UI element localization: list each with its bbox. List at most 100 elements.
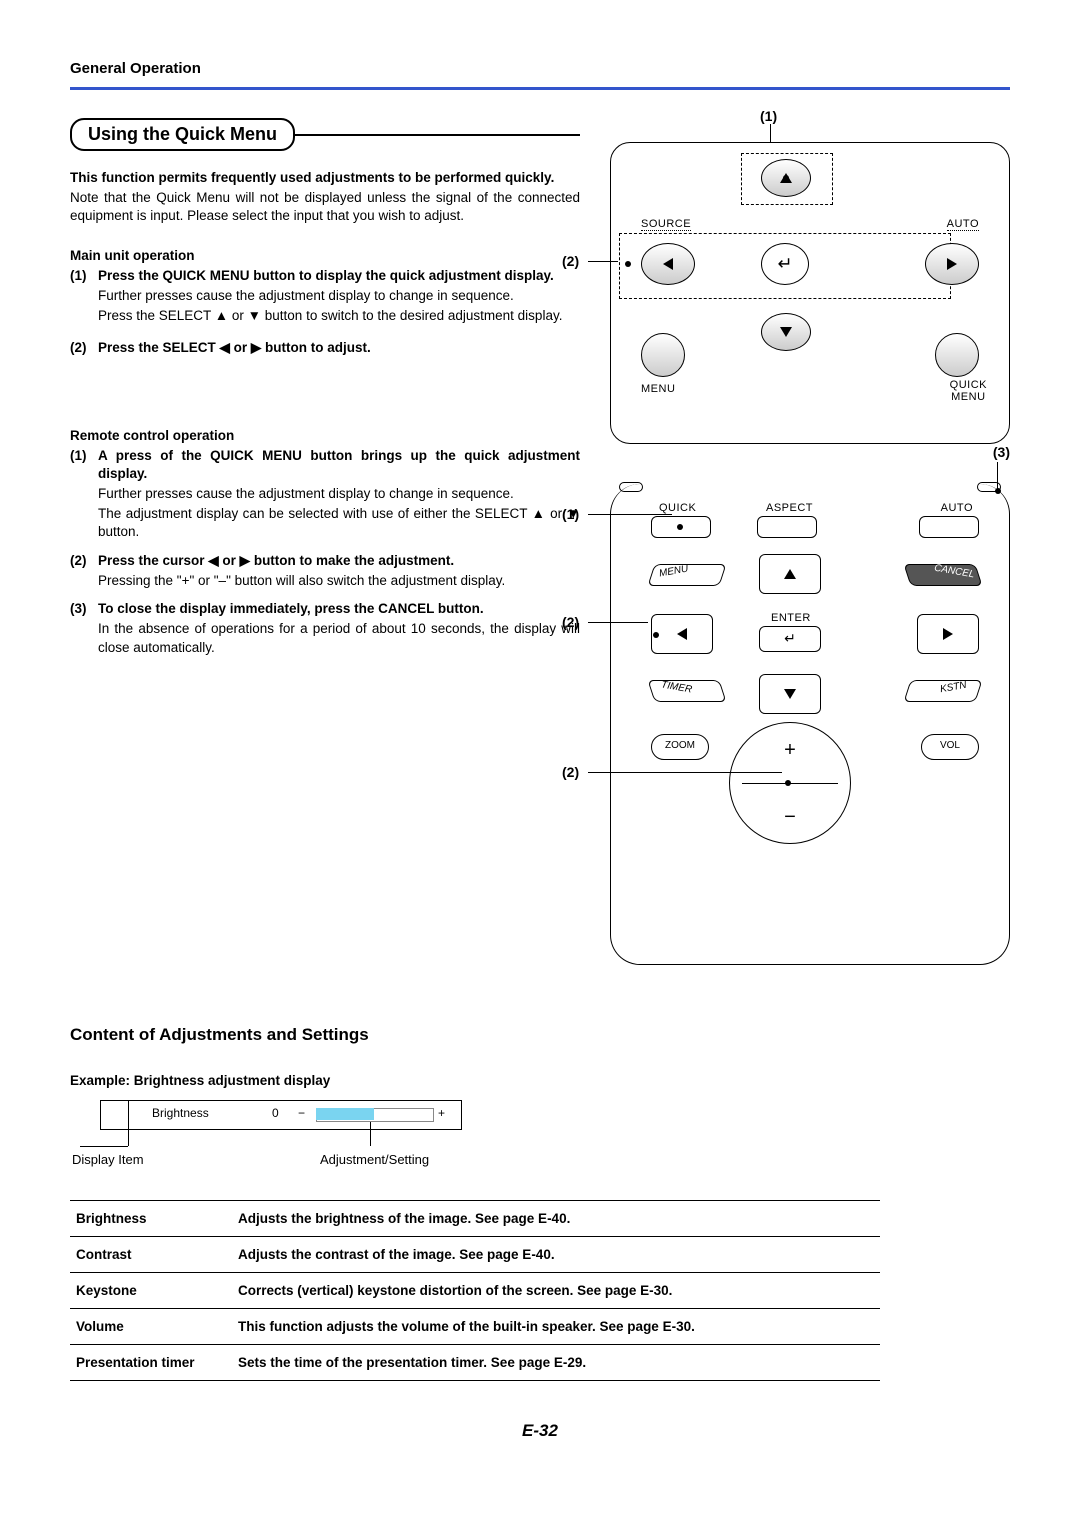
auto-button <box>919 516 979 538</box>
table-row: VolumeThis function adjusts the volume o… <box>70 1309 880 1345</box>
callout-2a-remote: (2) <box>562 614 579 630</box>
plus-label: + <box>438 1106 445 1120</box>
item-text: The adjustment display can be selected w… <box>98 505 580 541</box>
content-title: Content of Adjustments and Settings <box>70 1025 1010 1045</box>
minus-icon: − <box>784 806 796 829</box>
zoom-button: ZOOM <box>651 734 709 760</box>
quick-menu-button <box>935 333 979 377</box>
item-bold: A press of the QUICK MENU button brings … <box>98 447 580 483</box>
leader-line <box>80 1146 128 1147</box>
adj-name: Presentation timer <box>70 1345 232 1381</box>
enter-button: ↵ <box>761 243 809 285</box>
adj-desc: Adjusts the brightness of the image. See… <box>232 1201 880 1237</box>
adj-name: Brightness <box>70 1201 232 1237</box>
adj-desc: Adjusts the contrast of the image. See p… <box>232 1237 880 1273</box>
aspect-button <box>757 516 817 538</box>
adj-desc: This function adjusts the volume of the … <box>232 1309 880 1345</box>
title-rule <box>293 134 580 136</box>
leader-line <box>370 1122 371 1146</box>
item-bold: Press the QUICK MENU button to display t… <box>98 267 580 285</box>
example-head: Example: Brightness adjustment display <box>70 1073 1010 1088</box>
callout-2b-remote: (2) <box>562 764 579 780</box>
auto-label: AUTO <box>947 218 979 231</box>
leader-line <box>588 622 648 623</box>
bar-fill <box>316 1108 374 1120</box>
leader-dot <box>783 175 789 181</box>
adj-name: Contrast <box>70 1237 232 1273</box>
table-row: KeystoneCorrects (vertical) keystone dis… <box>70 1273 880 1309</box>
adj-name: Volume <box>70 1309 232 1345</box>
cursor-left-icon <box>651 614 713 654</box>
leader-line <box>588 514 672 515</box>
main-unit-diagram: SOURCE AUTO ↵ MENU QUICKMENU <box>610 142 1010 444</box>
header-rule <box>70 87 1010 90</box>
vol-button: VOL <box>921 734 979 760</box>
callout-2-main: (2) <box>562 253 579 269</box>
item-bold: Press the cursor ◀ or ▶ button to make t… <box>98 552 580 570</box>
item-text: Pressing the "+" or "–" button will also… <box>98 572 580 590</box>
adj-name: Keystone <box>70 1273 232 1309</box>
minus-label: − <box>298 1106 305 1120</box>
remote-diagram: QUICK ASPECT AUTO MENU CANCEL ENTER ↵ TI… <box>610 484 1010 965</box>
callout-1-remote: (1) <box>562 506 579 522</box>
enter-button: ↵ <box>759 626 821 652</box>
cursor-up-icon <box>759 554 821 594</box>
quick-label: QUICK <box>659 502 696 514</box>
cursor-right-icon <box>917 614 979 654</box>
table-row: Presentation timerSets the time of the p… <box>70 1345 880 1381</box>
zero-label: 0 <box>272 1106 279 1120</box>
callout-3-remote: (3) <box>993 444 1010 460</box>
section-header: General Operation <box>70 60 1010 77</box>
note-text: Note that the Quick Menu will not be dis… <box>70 189 580 225</box>
item-number: (2) <box>70 339 98 357</box>
enter-label: ENTER <box>771 612 811 624</box>
adj-desc: Corrects (vertical) keystone distortion … <box>232 1273 880 1309</box>
item-number: (1) <box>70 267 98 326</box>
select-left-icon <box>641 243 695 285</box>
main-item-2: (2) Press the SELECT ◀ or ▶ button to ad… <box>70 339 580 357</box>
main-item-1: (1) Press the QUICK MENU button to displ… <box>70 267 580 326</box>
item-text: In the absence of operations for a perio… <box>98 620 580 656</box>
page-number: E-32 <box>70 1421 1010 1441</box>
source-label: SOURCE <box>641 218 691 231</box>
item-number: (1) <box>70 447 98 542</box>
menu-button <box>641 333 685 377</box>
quick-menu-label: QUICKMENU <box>950 379 987 403</box>
table-row: BrightnessAdjusts the brightness of the … <box>70 1201 880 1237</box>
section-title: Using the Quick Menu <box>70 118 295 151</box>
leader-dot <box>625 261 631 267</box>
leader-dot <box>653 632 659 638</box>
remote-item-3: (3) To close the display immediately, pr… <box>70 600 580 657</box>
item-text: Further presses cause the adjustment dis… <box>98 287 580 305</box>
callout-1-main: (1) <box>760 108 777 124</box>
plus-icon: + <box>784 739 796 762</box>
display-item-label: Display Item <box>72 1152 144 1167</box>
leader-line <box>588 772 782 773</box>
remote-head: Remote control operation <box>70 428 580 443</box>
remote-slot <box>977 482 1001 492</box>
table-row: ContrastAdjusts the contrast of the imag… <box>70 1237 880 1273</box>
select-right-icon <box>925 243 979 285</box>
item-bold: To close the display immediately, press … <box>98 600 580 618</box>
item-number: (3) <box>70 600 98 657</box>
brightness-display: Brightness 0 − + Display Item Adjustment… <box>100 1100 1010 1170</box>
brightness-label: Brightness <box>152 1106 209 1120</box>
leader-dot <box>785 780 791 786</box>
lead-text: This function permits frequently used ad… <box>70 169 580 187</box>
aspect-label: ASPECT <box>766 502 813 514</box>
auto-label: AUTO <box>941 502 973 514</box>
item-number: (2) <box>70 552 98 590</box>
item-text: Further presses cause the adjustment dis… <box>98 485 580 503</box>
adjustment-setting-label: Adjustment/Setting <box>320 1152 429 1167</box>
select-down-icon <box>761 313 811 351</box>
leader-line <box>588 261 618 262</box>
menu-label: MENU <box>641 383 675 395</box>
leader-line <box>128 1100 129 1146</box>
item-text: Press the SELECT ▲ or ▼ button to switch… <box>98 307 580 325</box>
remote-slot <box>619 482 643 492</box>
main-unit-head: Main unit operation <box>70 248 580 263</box>
leader-dot <box>677 524 683 530</box>
remote-item-2: (2) Press the cursor ◀ or ▶ button to ma… <box>70 552 580 590</box>
cursor-down-icon <box>759 674 821 714</box>
adj-desc: Sets the time of the presentation timer.… <box>232 1345 880 1381</box>
